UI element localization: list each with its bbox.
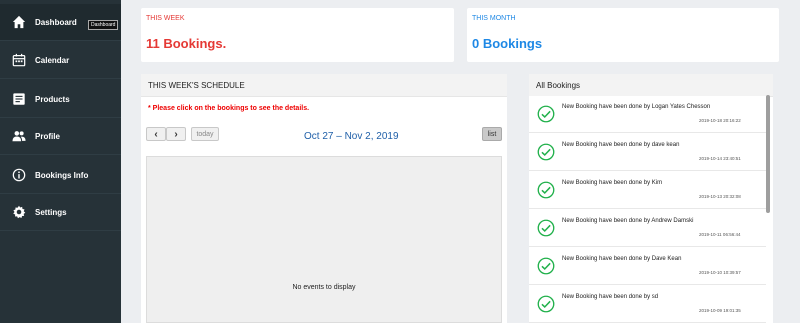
this-week-label: THIS WEEK [146,15,185,22]
booking-message: New Booking have been done by Andrew Dam… [562,218,694,224]
booking-message: New Booking have been done by dave kean [562,142,680,148]
check-circle-icon [537,181,555,199]
list-view-button[interactable]: list [482,127,502,141]
booking-timestamp: 2019-10-14 23:40:51 [699,156,741,161]
booking-item[interactable]: New Booking have been done by sd 2019-10… [529,286,766,323]
date-range-title: Oct 27 – Nov 2, 2019 [304,131,399,142]
booking-message: New Booking have been done by Kim [562,180,663,186]
gear-icon [13,205,26,219]
check-circle-icon [537,295,555,313]
sidebar-item-settings[interactable]: Settings [0,194,121,231]
sidebar-item-label: Products [35,94,70,104]
no-events-message: No events to display [292,284,356,291]
booking-timestamp: 2019-10-13 20:32:08 [699,194,741,199]
products-icon [13,93,25,105]
chevron-right-icon: › [174,128,178,140]
booking-message: New Booking have been done by sd [562,294,659,300]
sidebar-item-label: Dashboard [35,17,77,27]
all-bookings-title: All Bookings [529,74,773,97]
sidebar-item-label: Calendar [35,55,70,65]
booking-message: New Booking have been done by Logan Yate… [562,104,711,110]
sidebar-item-label: Profile [35,131,60,141]
schedule-note: * Please click on the bookings to see th… [148,105,310,112]
booking-timestamp: 2019-10-18 20:16:22 [699,118,741,123]
sidebar-item-dashboard[interactable]: Dashboard Dashboard [0,4,121,41]
booking-timestamp: 2019-10-11 06:56:44 [699,232,741,237]
booking-item[interactable]: New Booking have been done by Logan Yate… [529,96,766,133]
this-month-value: 0 Bookings [472,36,543,51]
prev-week-button[interactable]: ‹ [146,127,166,141]
sidebar-item-products[interactable]: Products [0,81,121,118]
booking-message: New Booking have been done by Dave Kean [562,256,682,262]
schedule-title: THIS WEEK'S SCHEDULE [141,74,507,97]
users-icon [12,131,26,142]
sidebar: Dashboard Dashboard Calendar Products Pr… [0,0,121,323]
next-week-button[interactable]: › [166,127,186,141]
this-month-card: THIS MONTH 0 Bookings [467,8,779,62]
booking-item[interactable]: New Booking have been done by dave kean … [529,134,766,171]
info-icon [12,168,26,182]
check-circle-icon [537,105,555,123]
booking-item[interactable]: New Booking have been done by Dave Kean … [529,248,766,285]
this-week-card: THIS WEEK 11 Bookings. [141,8,454,62]
sidebar-item-profile[interactable]: Profile [0,118,121,155]
booking-timestamp: 2019-10-09 19:01:35 [699,308,741,313]
today-button[interactable]: today [191,127,219,141]
this-week-value: 11 Bookings. [146,36,227,51]
tooltip: Dashboard [88,20,119,30]
sidebar-item-label: Bookings Info [35,170,89,180]
calendar-list-view: No events to display [146,156,502,323]
booking-item[interactable]: New Booking have been done by Andrew Dam… [529,210,766,247]
booking-item[interactable]: New Booking have been done by Kim 2019-1… [529,172,766,209]
sidebar-item-bookings-info[interactable]: Bookings Info [0,157,121,194]
bookings-scrollbar[interactable] [766,95,770,213]
check-circle-icon [537,143,555,161]
sidebar-item-calendar[interactable]: Calendar [0,42,121,79]
booking-timestamp: 2019-10-10 10:39:57 [699,270,741,275]
check-circle-icon [537,257,555,275]
chevron-left-icon: ‹ [154,128,158,140]
calendar-icon [12,53,26,67]
sidebar-item-label: Settings [35,207,67,217]
home-icon [12,15,26,29]
this-month-label: THIS MONTH [472,15,516,22]
check-circle-icon [537,219,555,237]
